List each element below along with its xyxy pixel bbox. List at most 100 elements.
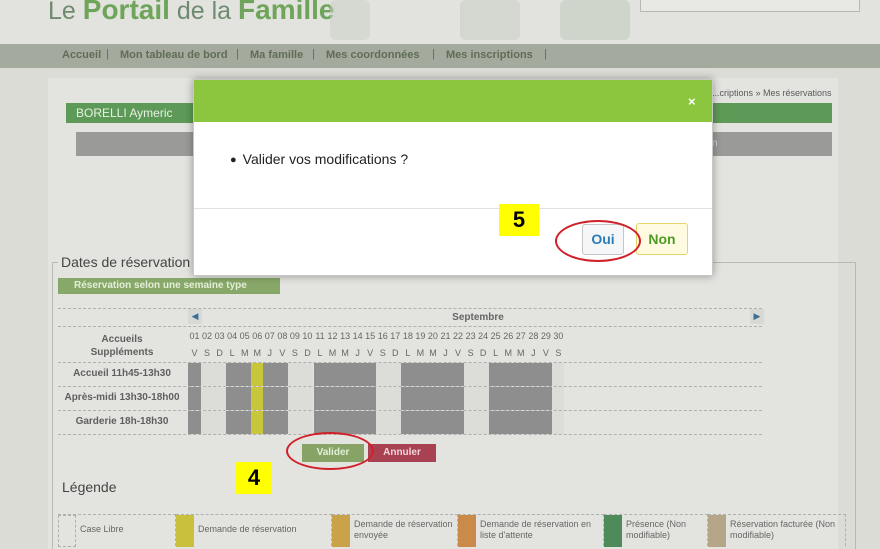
day-cell[interactable] <box>188 387 201 410</box>
day-cell[interactable] <box>451 387 465 410</box>
day-cell[interactable] <box>338 387 352 410</box>
day-cell[interactable] <box>326 411 339 434</box>
day-cell[interactable] <box>351 363 364 386</box>
day-cell[interactable] <box>275 387 289 410</box>
day-cell[interactable] <box>439 411 452 434</box>
header-search-box[interactable] <box>640 0 860 12</box>
day-cell[interactable] <box>238 411 251 434</box>
day-cell[interactable] <box>288 387 301 410</box>
day-cell[interactable] <box>300 411 314 434</box>
day-cell[interactable] <box>551 411 565 434</box>
day-cell[interactable] <box>501 363 515 386</box>
nav-accueil[interactable]: Accueil <box>62 49 101 61</box>
day-cell[interactable] <box>551 363 565 386</box>
nav-tableau-de-bord[interactable]: Mon tableau de bord <box>120 49 228 61</box>
day-cell[interactable] <box>489 411 502 434</box>
semaine-type-button[interactable]: Réservation selon une semaine type <box>58 278 280 294</box>
day-cell[interactable] <box>551 387 565 410</box>
day-cell[interactable] <box>388 411 402 434</box>
day-cell[interactable] <box>476 363 490 386</box>
day-cell[interactable] <box>200 411 214 434</box>
day-cell[interactable] <box>188 411 201 434</box>
day-cell[interactable] <box>539 363 552 386</box>
day-cell[interactable] <box>401 363 414 386</box>
day-cell[interactable] <box>514 411 527 434</box>
day-cell[interactable] <box>451 411 465 434</box>
day-cell[interactable] <box>526 411 540 434</box>
day-cell[interactable] <box>326 363 339 386</box>
day-cell[interactable] <box>413 387 427 410</box>
day-cell[interactable] <box>526 363 540 386</box>
day-cell[interactable] <box>376 411 389 434</box>
day-cell[interactable] <box>313 363 327 386</box>
day-cell[interactable] <box>250 363 264 386</box>
day-cell[interactable] <box>451 363 465 386</box>
day-cell[interactable] <box>238 387 251 410</box>
annuler-button[interactable]: Annuler <box>368 444 436 462</box>
day-cell[interactable] <box>489 387 502 410</box>
day-cell[interactable] <box>225 387 239 410</box>
day-cell[interactable] <box>464 363 477 386</box>
day-cell[interactable] <box>300 387 314 410</box>
day-cell[interactable] <box>200 363 214 386</box>
day-cell[interactable] <box>464 387 477 410</box>
day-cell[interactable] <box>338 411 352 434</box>
day-cell[interactable] <box>225 363 239 386</box>
day-cell[interactable] <box>413 411 427 434</box>
day-cell[interactable] <box>188 363 201 386</box>
day-cell[interactable] <box>238 363 251 386</box>
day-cell[interactable] <box>275 411 289 434</box>
day-cell[interactable] <box>313 411 327 434</box>
day-cell[interactable] <box>263 411 276 434</box>
day-cell[interactable] <box>514 363 527 386</box>
day-cell[interactable] <box>288 411 301 434</box>
day-cell[interactable] <box>351 387 364 410</box>
day-cell[interactable] <box>501 411 515 434</box>
day-cell[interactable] <box>250 411 264 434</box>
site-logo[interactable]: Le Portail de la Famille <box>48 0 335 26</box>
day-cell[interactable] <box>225 411 239 434</box>
day-cell[interactable] <box>476 411 490 434</box>
day-cell[interactable] <box>476 387 490 410</box>
day-cell[interactable] <box>363 387 377 410</box>
day-cell[interactable] <box>388 387 402 410</box>
day-cell[interactable] <box>376 363 389 386</box>
close-icon[interactable]: × <box>688 94 696 109</box>
day-cell[interactable] <box>213 363 226 386</box>
day-cell[interactable] <box>338 363 352 386</box>
day-cell[interactable] <box>489 363 502 386</box>
day-cell[interactable] <box>426 387 439 410</box>
day-cell[interactable] <box>263 363 276 386</box>
day-cell[interactable] <box>200 387 214 410</box>
day-cell[interactable] <box>464 411 477 434</box>
day-cell[interactable] <box>363 363 377 386</box>
day-cell[interactable] <box>288 363 301 386</box>
day-cell[interactable] <box>439 387 452 410</box>
day-cell[interactable] <box>426 411 439 434</box>
day-cell[interactable] <box>275 363 289 386</box>
day-cell[interactable] <box>401 411 414 434</box>
day-cell[interactable] <box>539 387 552 410</box>
day-cell[interactable] <box>401 387 414 410</box>
nav-ma-famille[interactable]: Ma famille <box>250 49 303 61</box>
day-cell[interactable] <box>363 411 377 434</box>
day-cell[interactable] <box>413 363 427 386</box>
nav-mes-coordonnees[interactable]: Mes coordonnées <box>326 49 420 61</box>
day-cell[interactable] <box>326 387 339 410</box>
day-cell[interactable] <box>313 387 327 410</box>
day-cell[interactable] <box>351 411 364 434</box>
day-cell[interactable] <box>213 387 226 410</box>
day-cell[interactable] <box>263 387 276 410</box>
day-cell[interactable] <box>213 411 226 434</box>
day-cell[interactable] <box>376 387 389 410</box>
day-cell[interactable] <box>526 387 540 410</box>
nav-mes-inscriptions[interactable]: Mes inscriptions <box>446 49 533 61</box>
day-cell[interactable] <box>439 363 452 386</box>
non-button[interactable]: Non <box>636 223 688 255</box>
day-cell[interactable] <box>501 387 515 410</box>
day-cell[interactable] <box>300 363 314 386</box>
day-cell[interactable] <box>426 363 439 386</box>
day-cell[interactable] <box>250 387 264 410</box>
day-cell[interactable] <box>539 411 552 434</box>
day-cell[interactable] <box>388 363 402 386</box>
